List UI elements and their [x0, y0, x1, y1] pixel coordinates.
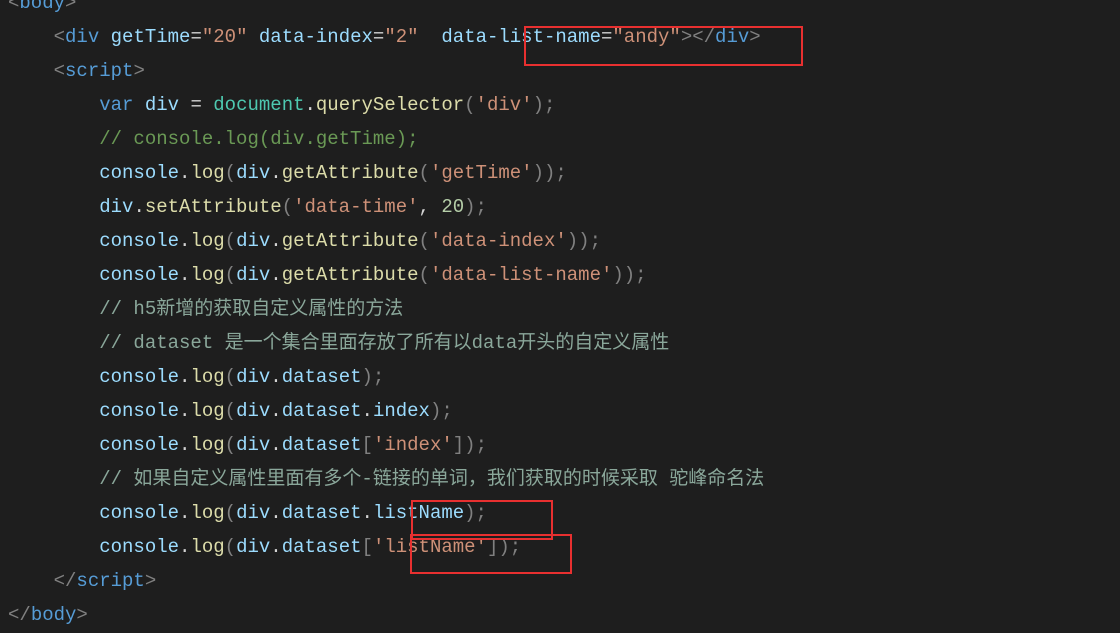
code-editor-viewport: <body> <div getTime="20" data-index="2" …: [0, 0, 1120, 633]
commented-code-line: // console.log(div.getTime);: [99, 128, 418, 150]
tag-script-open: script: [65, 60, 133, 82]
tag-body-open: body: [19, 0, 65, 14]
tag-script-close: script: [76, 570, 144, 592]
comment-line-dataset: // dataset 是一个集合里面存放了所有以data开头的自定义属性: [99, 332, 669, 354]
tag-body-close: body: [31, 604, 77, 626]
tag-div-open: div: [65, 26, 99, 48]
comment-line-h5: // h5新增的获取自定义属性的方法: [99, 298, 403, 320]
code-content[interactable]: <body> <div getTime="20" data-index="2" …: [0, 0, 1120, 632]
comment-line-camel: // 如果自定义属性里面有多个-链接的单词，我们获取的时候采取 驼峰命名法: [99, 468, 764, 490]
